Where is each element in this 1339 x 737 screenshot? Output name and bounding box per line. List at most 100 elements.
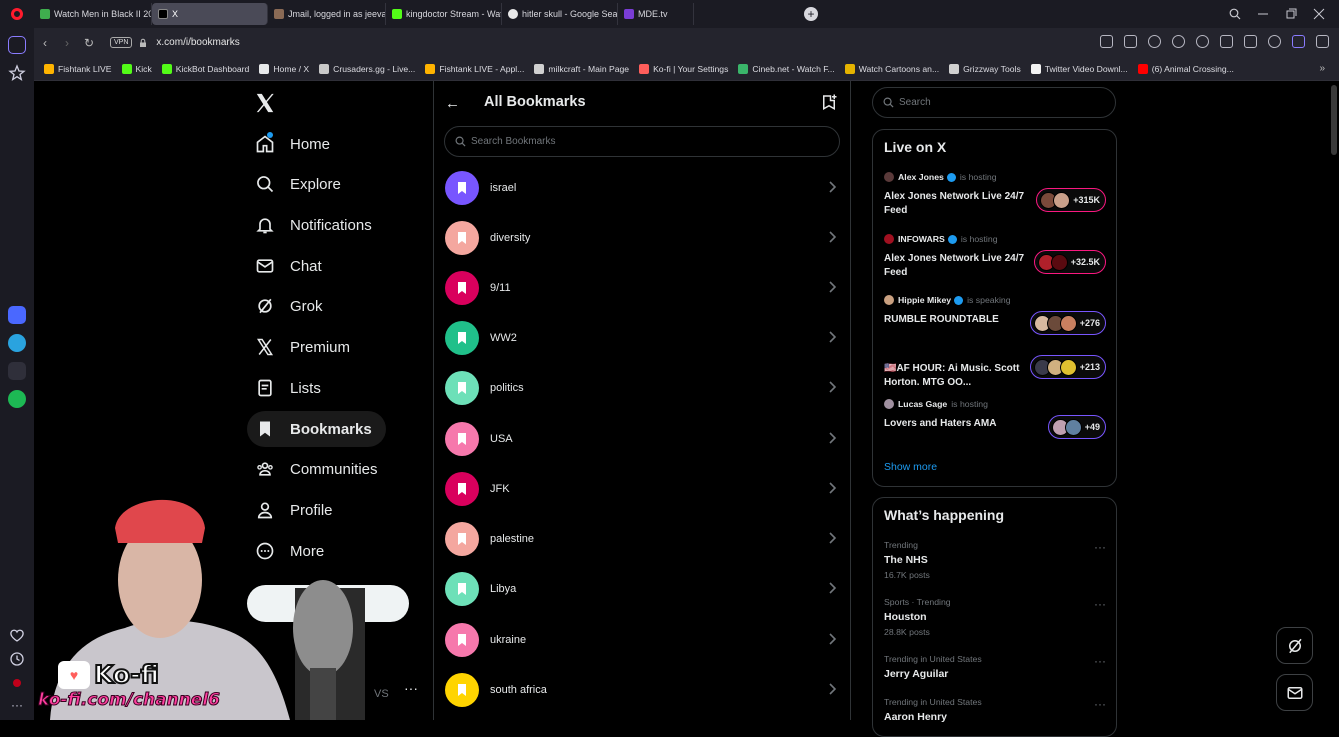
live-space-item[interactable]: INFOWARS is hosting Alex Jones Network Liv… <box>884 233 1106 280</box>
live-space-item[interactable]: Lucas Gage is hosting Lovers and Haters AM… <box>884 398 1106 439</box>
bookmark-folder[interactable]: USA <box>440 416 845 462</box>
messages-fab-button[interactable] <box>1276 674 1313 711</box>
shield-icon[interactable] <box>1148 35 1161 48</box>
nav-notifications[interactable]: Notifications <box>247 207 386 243</box>
url-field[interactable]: x.com/i/bookmarks <box>156 37 239 48</box>
show-more-link[interactable]: Show more <box>884 461 937 473</box>
bookmark-link[interactable]: Home / X <box>259 63 309 74</box>
tab[interactable]: hitler skull - Google Searc <box>502 3 618 25</box>
explore-search[interactable] <box>872 87 1116 118</box>
more-options-icon[interactable]: ··· <box>1094 697 1106 711</box>
nav-grok[interactable]: Grok <box>247 288 337 324</box>
bookmark-folder[interactable]: israel <box>440 165 845 211</box>
opera-logo[interactable] <box>0 0 34 28</box>
listeners-pill[interactable]: +32.5K <box>1033 250 1106 274</box>
bookmark-folder[interactable]: Libya <box>440 566 845 612</box>
live-space-item[interactable]: Alex Jones is hosting Alex Jones Network L… <box>884 171 1106 218</box>
live-space-item[interactable]: Hippie Mikey is speaking RUMBLE ROUNDTABLE… <box>884 294 1106 335</box>
bookmark-folder[interactable]: ukraine <box>440 617 845 663</box>
more-options-icon[interactable]: ··· <box>1094 597 1106 611</box>
back-arrow-icon[interactable]: ← <box>445 95 460 112</box>
forward-icon[interactable]: › <box>56 36 78 50</box>
more-options-icon[interactable]: ··· <box>1094 654 1106 668</box>
bookmark-folder[interactable]: south africa <box>440 667 845 713</box>
bookmark-folder[interactable]: palestine <box>440 516 845 562</box>
bookmark-link[interactable]: Grizzway Tools <box>949 63 1021 74</box>
back-icon[interactable]: ‹ <box>34 36 56 50</box>
minimize-icon[interactable] <box>1257 8 1269 20</box>
tab[interactable]: Watch Men in Black II 200 <box>34 3 152 25</box>
grok-fab-button[interactable] <box>1276 627 1313 664</box>
telegram-icon[interactable] <box>8 334 26 352</box>
bookmarks-overflow-button[interactable]: » <box>1319 63 1325 74</box>
live-space-item[interactable]: 🇺🇸AF HOUR: Ai Music. Scott Horton. MTG O… <box>884 355 1106 390</box>
reload-icon[interactable]: ↻ <box>78 36 100 50</box>
profile-icon[interactable] <box>1268 35 1281 48</box>
listeners-pill[interactable]: +276 <box>1029 311 1106 335</box>
audio-icon[interactable] <box>1292 35 1305 48</box>
nav-lists[interactable]: Lists <box>247 370 335 406</box>
trend-item[interactable]: Sports · Trending Houston 28.8K posts ··· <box>884 597 1106 637</box>
bookmark-folder[interactable]: JFK <box>440 466 845 512</box>
new-tab-button[interactable]: + <box>804 7 818 21</box>
bookmark-folder[interactable]: WW2 <box>440 315 845 361</box>
listeners-pill[interactable]: +49 <box>1047 415 1106 439</box>
camera-icon[interactable] <box>1124 35 1137 48</box>
tab[interactable]: Jmail, logged in as jeevaca <box>268 3 386 25</box>
x-app-icon[interactable] <box>8 362 26 380</box>
bookmark-search[interactable] <box>444 126 840 157</box>
bookmark-folder[interactable]: politics <box>440 365 845 411</box>
bookmark-link[interactable]: Twitter Video Downl... <box>1030 63 1128 74</box>
more-options-icon[interactable]: ··· <box>1094 540 1106 554</box>
bookmark-folder[interactable]: diversity <box>440 215 845 261</box>
bookmark-link[interactable]: (6) Animal Crossing... <box>1137 63 1234 74</box>
bookmark-search-input[interactable] <box>471 136 811 147</box>
bookmark-link[interactable]: Watch Cartoons an... <box>844 63 939 74</box>
x-logo-icon[interactable] <box>254 92 276 114</box>
listeners-pill[interactable]: +315K <box>1036 188 1106 212</box>
explore-search-input[interactable] <box>899 97 1099 108</box>
home-workspace-icon[interactable] <box>8 36 26 54</box>
tab-active[interactable]: X <box>152 3 268 25</box>
close-icon[interactable] <box>1313 8 1325 20</box>
search-tabs-icon[interactable] <box>1229 8 1241 20</box>
bookmark-folder[interactable]: 9/11 <box>440 265 845 311</box>
tab[interactable]: kingdoctor Stream - Watc <box>386 3 502 25</box>
account-menu-button[interactable]: ··· <box>404 680 418 696</box>
cube-icon[interactable] <box>1316 35 1329 48</box>
listeners-pill[interactable]: +213 <box>1029 355 1106 379</box>
play-icon[interactable] <box>1172 35 1185 48</box>
menu-icon[interactable] <box>1244 35 1257 48</box>
nav-home[interactable]: Home <box>247 126 344 162</box>
bookmark-link[interactable]: Fishtank LIVE - Appl... <box>425 63 524 74</box>
heart-icon[interactable] <box>8 626 26 644</box>
vpn-badge[interactable]: VPN <box>110 37 133 48</box>
download-icon[interactable] <box>1220 35 1233 48</box>
trend-item[interactable]: Trending The NHS 16.7K posts ··· <box>884 540 1106 580</box>
history-icon[interactable] <box>8 650 26 668</box>
nav-premium[interactable]: Premium <box>247 329 364 365</box>
restore-icon[interactable] <box>1285 8 1297 20</box>
aria-icon[interactable] <box>8 306 26 324</box>
tab[interactable]: MDE.tv <box>618 3 694 25</box>
heart-icon[interactable] <box>1196 35 1209 48</box>
sidebar-more-icon[interactable]: ··· <box>8 696 26 714</box>
nav-chat[interactable]: Chat <box>247 248 336 284</box>
star-icon[interactable] <box>8 64 26 82</box>
bookmark-link[interactable]: Cineb.net - Watch F... <box>738 63 835 74</box>
bookmark-link[interactable]: Ko-fi | Your Settings <box>639 63 728 74</box>
nav-explore[interactable]: Explore <box>247 166 355 202</box>
trend-item[interactable]: Trending in United States Jerry Aguilar ··… <box>884 654 1106 680</box>
nav-communities[interactable]: Communities <box>247 451 392 487</box>
spotify-icon[interactable] <box>8 390 26 408</box>
edit-icon[interactable] <box>1100 35 1113 48</box>
bookmark-link[interactable]: Kick <box>121 63 152 74</box>
page-scrollbar[interactable] <box>1331 85 1337 155</box>
bookmark-link[interactable]: milkcraft - Main Page <box>534 63 629 74</box>
nav-bookmarks[interactable]: Bookmarks <box>247 411 386 447</box>
bookmark-link[interactable]: Fishtank LIVE <box>44 63 112 74</box>
bookmark-link[interactable]: KickBot Dashboard <box>161 63 249 74</box>
trend-item[interactable]: Trending in United States Aaron Henry ··· <box>884 697 1106 723</box>
ublock-icon[interactable] <box>8 674 26 692</box>
new-folder-icon[interactable] <box>820 93 838 111</box>
